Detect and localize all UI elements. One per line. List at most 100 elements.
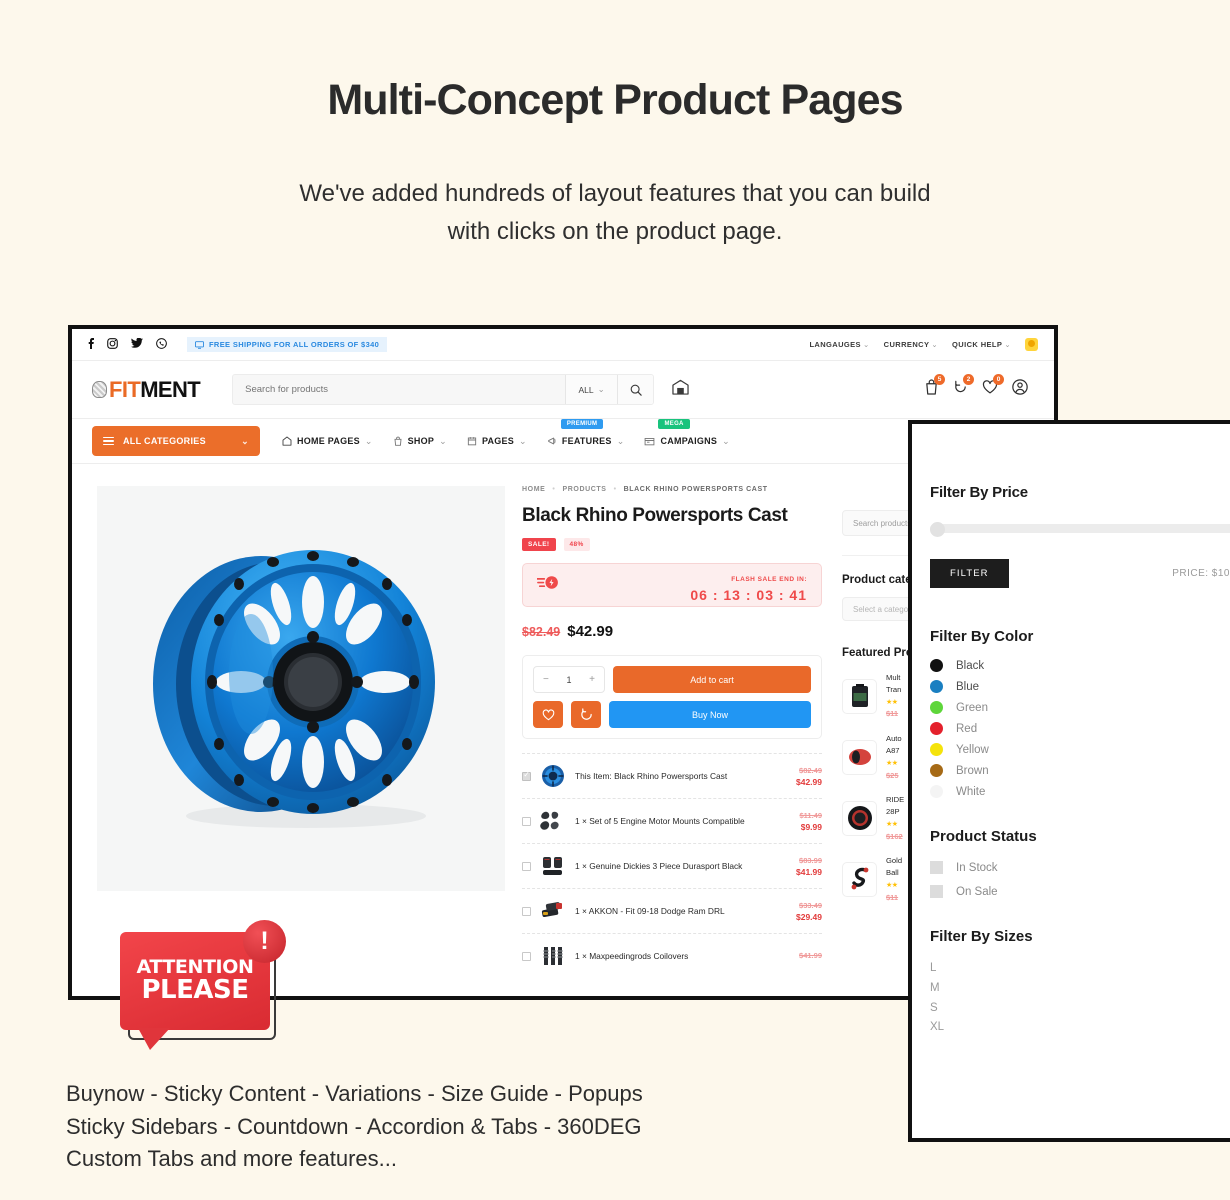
status-checkbox[interactable] [930, 861, 943, 874]
quantity-stepper[interactable]: − 1 + [533, 666, 605, 693]
size-option-m[interactable]: M [930, 979, 1230, 999]
color-option-brown[interactable]: Brown [930, 764, 1230, 777]
compare-button[interactable] [571, 701, 601, 728]
add-to-cart-button[interactable]: Add to cart [613, 666, 811, 693]
price-slider-knob[interactable] [930, 522, 945, 537]
bundle-name: 1 × Genuine Dickies 3 Piece Durasport Bl… [575, 860, 743, 871]
utility-topbar: FREE SHIPPING FOR ALL ORDERS OF $340 LAN… [72, 329, 1054, 361]
size-option-xl[interactable]: XL [930, 1018, 1230, 1038]
product-gallery[interactable] [97, 486, 505, 978]
topbar-right-menu[interactable]: LANGAUGES ⌄ CURRENCY ⌄ QUICK HELP ⌄ [809, 338, 1038, 351]
social-links[interactable] [88, 337, 167, 352]
instagram-icon[interactable] [107, 337, 118, 352]
discount-badge: 48% [563, 538, 590, 551]
product-status-list[interactable]: In Stock On Sale [930, 861, 1230, 898]
facebook-icon[interactable] [88, 337, 94, 352]
bundle-row[interactable]: 1 × Set of 5 Engine Motor Mounts Compati… [522, 798, 822, 843]
status-option-on-sale[interactable]: On Sale [930, 885, 1230, 898]
breadcrumb-products[interactable]: PRODUCTS [562, 486, 606, 493]
product-main-image[interactable] [97, 486, 505, 891]
quantity-increase[interactable]: + [589, 674, 595, 685]
search-button[interactable] [617, 375, 654, 404]
status-label: In Stock [956, 861, 998, 874]
wishlist-button[interactable] [533, 701, 563, 728]
color-option-green[interactable]: Green [930, 701, 1230, 714]
notification-bell-icon[interactable] [1025, 338, 1038, 351]
store-locator-button[interactable] [672, 379, 689, 400]
size-option-l[interactable]: L [930, 959, 1230, 979]
languages-menu[interactable]: LANGAUGES ⌄ [809, 340, 869, 349]
bundle-checkbox[interactable] [522, 906, 531, 916]
color-option-white[interactable]: White [930, 785, 1230, 798]
caption-line-2: Sticky Sidebars - Countdown - Accordion … [66, 1113, 642, 1139]
color-swatch [930, 764, 943, 777]
buy-now-button[interactable]: Buy Now [609, 701, 811, 728]
color-option-blue[interactable]: Blue [930, 680, 1230, 693]
bundle-row[interactable]: 1 × AKKON - Fit 09-18 Dodge Ram DRL $33.… [522, 888, 822, 933]
home-icon [282, 436, 292, 446]
wishlist-button[interactable]: 0 [982, 374, 1004, 400]
currency-menu[interactable]: CURRENCY ⌄ [884, 340, 938, 349]
featured-thumbnail [842, 739, 877, 775]
bundle-name: This Item: Black Rhino Powersports Cast [575, 770, 728, 781]
quick-help-menu[interactable]: QUICK HELP ⌄ [952, 340, 1011, 349]
chevron-down-icon: ⌄ [597, 384, 605, 394]
featured-meta: Mult Tran ★★ $11 [886, 672, 901, 720]
nav-badge-mega: MEGA [658, 418, 690, 429]
color-label: Red [956, 722, 978, 735]
breadcrumb[interactable]: HOME • PRODUCTS • BLACK RHINO POWERSPORT… [522, 486, 822, 493]
color-option-yellow[interactable]: Yellow [930, 743, 1230, 756]
bundle-thumbnail [540, 808, 566, 834]
bundle-checkbox[interactable] [522, 951, 531, 961]
bundle-checkbox[interactable] [522, 816, 531, 826]
nav-items[interactable]: HOME PAGES ⌄ SHOP ⌄ PAGES ⌄ PREMIUM FEATURE… [282, 418, 730, 447]
search-scope-label: ALL [578, 384, 594, 395]
hero-section: Multi-Concept Product Pages We've added … [0, 0, 1230, 251]
site-logo[interactable]: FIT MENT [92, 376, 201, 403]
status-checkbox[interactable] [930, 885, 943, 898]
color-option-red[interactable]: Red [930, 722, 1230, 735]
color-label: White [956, 785, 986, 798]
bundle-checkbox[interactable] [522, 770, 531, 781]
featured-name-2: A87 [886, 745, 900, 755]
filter-button[interactable]: FILTER [930, 559, 1009, 588]
bundle-row[interactable]: 1 × Maxpeedingrods Coilovers $41.99 [522, 933, 822, 978]
nav-item-shop[interactable]: SHOP ⌄ [393, 436, 447, 447]
flash-sale-icon [536, 575, 559, 596]
search-scope-select[interactable]: ALL ⌄ [565, 375, 618, 404]
all-categories-button[interactable]: ALL CATEGORIES ⌄ [92, 426, 260, 456]
nav-item-features[interactable]: PREMIUM FEATURES ⌄ [547, 418, 625, 447]
color-filter-list[interactable]: Black Blue Green Red Yellow Brown White [930, 659, 1230, 798]
nav-item-campaigns[interactable]: MEGA CAMPAIGNS ⌄ [644, 418, 730, 447]
color-swatch [930, 680, 943, 693]
bundle-checkbox[interactable] [522, 861, 531, 871]
nav-item-pages[interactable]: PAGES ⌄ [467, 436, 527, 447]
breadcrumb-home[interactable]: HOME [522, 486, 545, 493]
color-swatch [930, 785, 943, 798]
price-range-slider[interactable] [930, 522, 1230, 537]
nav-item-home-pages[interactable]: HOME PAGES ⌄ [282, 436, 373, 447]
logo-fit-text: FIT [109, 376, 141, 402]
bundle-price-old: $33.49 [799, 900, 822, 910]
bundle-row[interactable]: This Item: Black Rhino Powersports Cast … [522, 753, 822, 798]
quantity-decrease[interactable]: − [543, 674, 549, 685]
account-button[interactable] [1012, 379, 1028, 400]
color-option-black[interactable]: Black [930, 659, 1230, 672]
twitter-icon[interactable] [131, 337, 143, 351]
header-actions[interactable]: 5 2 0 [924, 374, 1034, 400]
bundle-row[interactable]: 1 × Genuine Dickies 3 Piece Durasport Bl… [522, 843, 822, 888]
chevron-down-icon: ⌄ [241, 435, 249, 446]
product-price: $82.49 $42.99 [522, 623, 822, 640]
size-option-s[interactable]: S [930, 999, 1230, 1019]
status-option-in-stock[interactable]: In Stock [930, 861, 1230, 874]
whatsapp-icon[interactable] [156, 337, 167, 352]
featured-name-1: Mult [886, 673, 901, 682]
compare-button[interactable]: 2 [953, 374, 974, 400]
size-filter-list[interactable]: L M S XL [930, 959, 1230, 1038]
cart-button[interactable]: 5 [924, 374, 945, 400]
quantity-value: 1 [566, 674, 572, 685]
product-search[interactable]: ALL ⌄ [232, 374, 655, 405]
search-input[interactable] [233, 375, 566, 404]
attention-please-badge: ATTENTION PLEASE ! [120, 920, 288, 1065]
bundle-price-new: $42.99 [796, 776, 822, 787]
